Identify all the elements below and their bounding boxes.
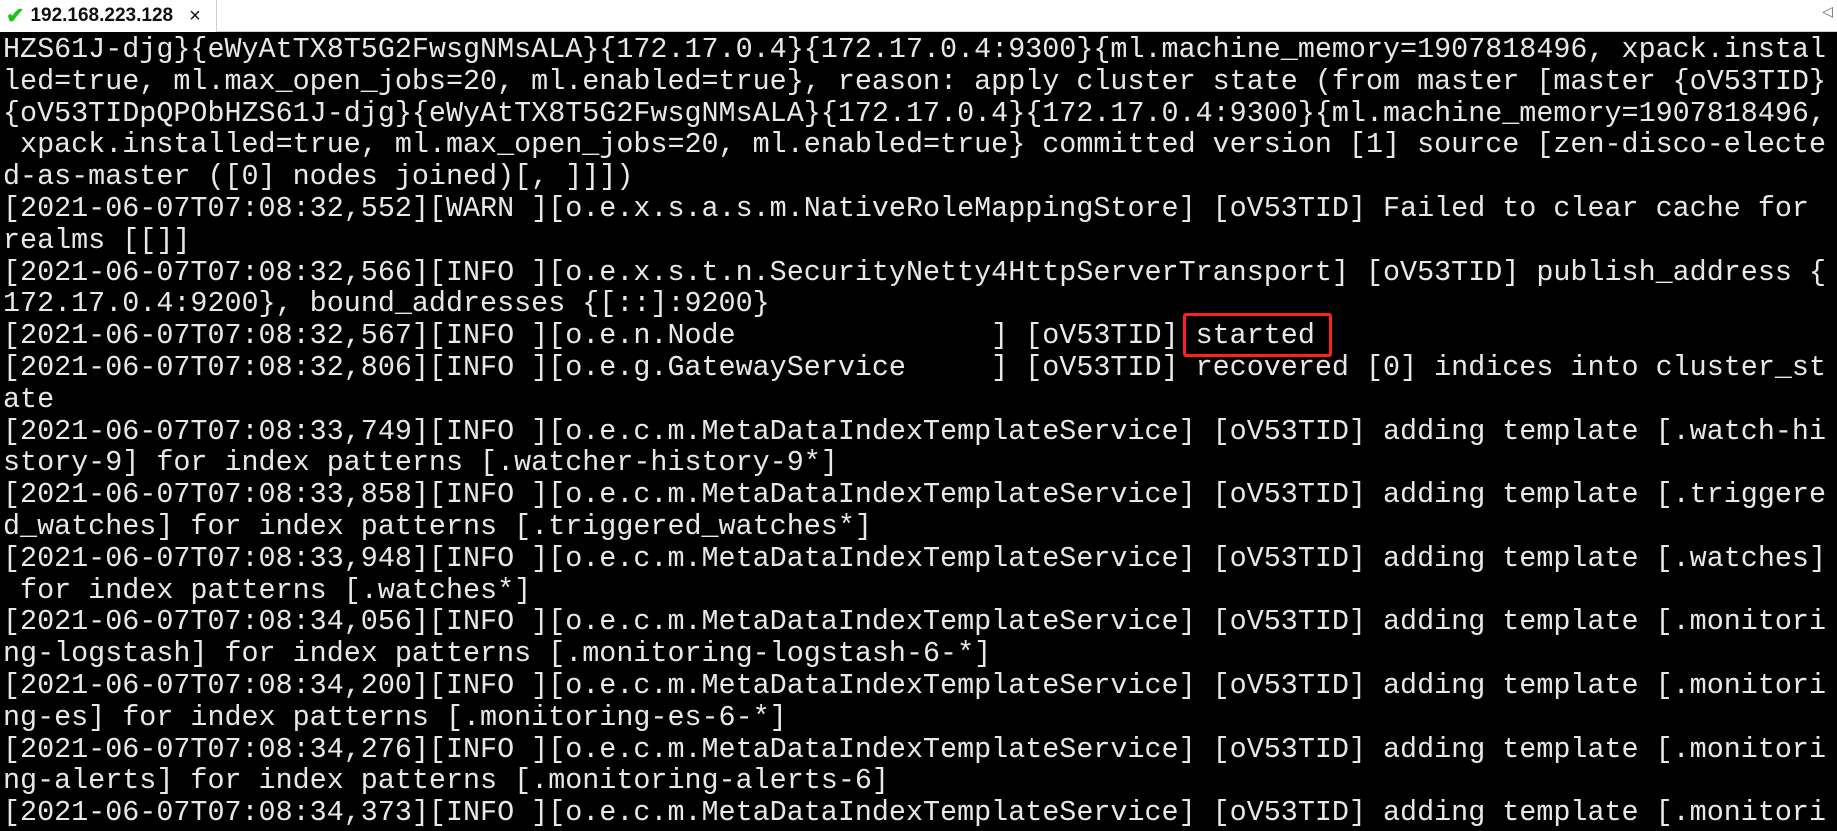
terminal-line: [2021-06-07T07:08:33,749][INFO ][o.e.c.m… xyxy=(3,414,1837,448)
terminal-line: for index patterns [.watches*] xyxy=(3,573,1837,607)
terminal-line-text: [2021-06-07T07:08:34,056][INFO ][o.e.c.m… xyxy=(3,605,1826,639)
terminal-line-text: [2021-06-07T07:08:33,858][INFO ][o.e.c.m… xyxy=(3,478,1826,512)
terminal-line: [2021-06-07T07:08:34,056][INFO ][o.e.c.m… xyxy=(3,606,1837,638)
terminal-line-text: [2021-06-07T07:08:32,567][INFO ][o.e.n.N… xyxy=(3,319,1196,353)
tab-scroll-left-icon[interactable]: ◁ xyxy=(1822,4,1833,20)
terminal-output[interactable]: HZS61J-djg}{eWyAtTX8T5G2FwsgNMsALA}{172.… xyxy=(0,32,1837,831)
terminal-line-text: 172.17.0.4:9200}, bound_addresses {[::]:… xyxy=(3,287,770,321)
terminal-line: xpack.installed=true, ml.max_open_jobs=2… xyxy=(3,129,1837,161)
terminal-line-text: [2021-06-07T07:08:32,552][WARN ][o.e.x.s… xyxy=(3,191,1809,225)
terminal-line-text: for index patterns [.watches*] xyxy=(3,573,532,607)
close-tab-icon[interactable]: × xyxy=(189,5,201,28)
terminal-line-text: ate xyxy=(3,382,55,416)
terminal-line-text: d_watches] for index patterns [.triggere… xyxy=(3,509,872,543)
terminal-line: [2021-06-07T07:08:32,567][INFO ][o.e.n.N… xyxy=(3,320,1837,352)
terminal-line: [2021-06-07T07:08:34,276][INFO ][o.e.c.m… xyxy=(3,732,1837,766)
terminal-line-text: [2021-06-07T07:08:34,200][INFO ][o.e.c.m… xyxy=(3,668,1826,702)
terminal-line-text: realms [[]] xyxy=(3,223,191,257)
terminal-line-text: {oV53TIDpQPObHZS61J-djg}{eWyAtTX8T5G2Fws… xyxy=(3,96,1826,130)
terminal-line: ng-logstash] for index patterns [.monito… xyxy=(3,638,1837,670)
terminal-line: [2021-06-07T07:08:32,806][INFO ][o.e.g.G… xyxy=(3,352,1837,384)
terminal-line: story-9] for index patterns [.watcher-hi… xyxy=(3,447,1837,479)
terminal-line-text: ng-es] for index patterns [.monitoring-e… xyxy=(3,700,787,734)
terminal-line-text: [2021-06-07T07:08:32,566][INFO ][o.e.x.s… xyxy=(3,255,1826,289)
terminal-line: realms [[]] xyxy=(3,223,1837,257)
terminal-line: 172.17.0.4:9200}, bound_addresses {[::]:… xyxy=(3,288,1837,320)
terminal-line: d-as-master ([0] nodes joined)[, ]]]) xyxy=(3,161,1837,193)
tab-title: 192.168.223.128 xyxy=(30,5,174,26)
terminal-line-text: led=true, ml.max_open_jobs=20, ml.enable… xyxy=(3,64,1826,98)
terminal-line-text: [2021-06-07T07:08:34,276][INFO ][o.e.c.m… xyxy=(3,732,1826,766)
terminal-line: [2021-06-07T07:08:33,948][INFO ][o.e.c.m… xyxy=(3,541,1837,575)
terminal-line-text: story-9] for index patterns [.watcher-hi… xyxy=(3,446,838,480)
terminal-line-text: [2021-06-07T07:08:32,806][INFO ][o.e.g.G… xyxy=(3,350,1826,384)
terminal-line: HZS61J-djg}{eWyAtTX8T5G2FwsgNMsALA}{172.… xyxy=(3,34,1837,66)
terminal-line-text: HZS61J-djg}{eWyAtTX8T5G2FwsgNMsALA}{172.… xyxy=(3,33,1826,66)
terminal-line-text: d-as-master ([0] nodes joined)[, ]]]) xyxy=(3,160,634,194)
session-tab[interactable]: ✔ 192.168.223.128 × xyxy=(0,0,217,32)
tab-bar: ✔ 192.168.223.128 × ◁ xyxy=(0,0,1837,32)
terminal-line: [2021-06-07T07:08:32,552][WARN ][o.e.x.s… xyxy=(3,193,1837,225)
terminal-line-text: ng-logstash] for index patterns [.monito… xyxy=(3,637,992,671)
terminal-line: ng-alerts] for index patterns [.monitori… xyxy=(3,765,1837,797)
terminal-line-text: [2021-06-07T07:08:33,749][INFO ][o.e.c.m… xyxy=(3,414,1826,448)
terminal-line: [2021-06-07T07:08:32,566][INFO ][o.e.x.s… xyxy=(3,255,1837,289)
terminal-line-text: xpack.installed=true, ml.max_open_jobs=2… xyxy=(3,128,1826,162)
terminal-line: led=true, ml.max_open_jobs=20, ml.enable… xyxy=(3,64,1837,98)
terminal-line: ng-es] for index patterns [.monitoring-e… xyxy=(3,700,1837,734)
terminal-line-text: [2021-06-07T07:08:33,948][INFO ][o.e.c.m… xyxy=(3,541,1826,575)
terminal-line: ate xyxy=(3,382,1837,416)
terminal-line: [2021-06-07T07:08:34,373][INFO ][o.e.c.m… xyxy=(3,797,1837,829)
check-icon: ✔ xyxy=(6,3,25,28)
terminal-line: [2021-06-07T07:08:34,200][INFO ][o.e.c.m… xyxy=(3,670,1837,702)
terminal-line: [2021-06-07T07:08:33,858][INFO ][o.e.c.m… xyxy=(3,479,1837,511)
terminal-line: d_watches] for index patterns [.triggere… xyxy=(3,511,1837,543)
highlighted-started-text: started xyxy=(1195,319,1315,353)
terminal-line-text: [2021-06-07T07:08:34,373][INFO ][o.e.c.m… xyxy=(3,796,1826,830)
terminal-line-text: ng-alerts] for index patterns [.monitori… xyxy=(3,764,889,798)
terminal-line: {oV53TIDpQPObHZS61J-djg}{eWyAtTX8T5G2Fws… xyxy=(3,96,1837,130)
